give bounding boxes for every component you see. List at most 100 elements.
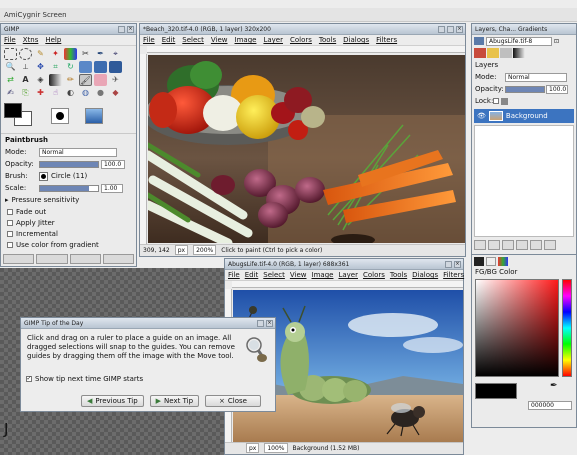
current-color-swatch[interactable] [475,383,517,399]
menu-view[interactable]: View [211,35,228,45]
fg-bg-color-swatch[interactable] [4,103,34,129]
paintbrush-tool-icon[interactable]: 🖌 [79,74,92,86]
rotate-tool-icon[interactable]: ↻ [64,61,77,73]
duplicate-layer-icon[interactable] [516,240,528,250]
bucket-fill-tool-icon[interactable]: ◈ [34,74,47,86]
zoom-select[interactable]: 200% [193,245,217,255]
horizontal-ruler[interactable] [147,46,465,53]
scale-value[interactable]: 1.00 [101,183,123,193]
menu-layer[interactable]: Layer [338,270,358,280]
minimize-icon[interactable] [257,320,264,327]
menu-image[interactable]: Image [235,35,257,45]
horizontal-ruler[interactable] [232,281,463,288]
close-icon[interactable]: × [127,26,134,33]
eyedropper-icon[interactable]: ✒ [550,381,558,391]
color-sv-square[interactable] [475,279,559,377]
opacity-slider[interactable] [39,160,99,168]
fuzzy-select-tool-icon[interactable]: ✦ [49,48,62,60]
image-selector[interactable]: AbugsLife.tif-8 [486,36,552,46]
auto-button[interactable]: ⊡ [554,38,559,45]
menu-layer[interactable]: Layer [263,35,283,45]
rect-select-tool-icon[interactable] [4,48,17,60]
visibility-eye-icon[interactable]: 👁 [477,112,486,120]
text-tool-icon[interactable]: A [19,74,32,86]
pencil-tool-icon[interactable]: ✏ [64,74,77,86]
menu-file[interactable]: File [143,35,155,45]
restore-options-icon[interactable] [36,254,68,264]
raise-layer-icon[interactable] [488,240,500,250]
beach-titlebar[interactable]: *Beach_320.tif-4.0 (RGB, 1 layer) 320x20… [140,24,465,35]
pressure-row[interactable]: ▸ Pressure sensitivity [1,194,136,206]
unit-select[interactable]: px [246,443,260,453]
heal-tool-icon[interactable]: ✚ [34,87,47,99]
menu-dialogs[interactable]: Dialogs [412,270,438,280]
eraser-tool-icon[interactable] [94,74,107,86]
show-tip-checkbox[interactable]: ✓ [26,375,32,382]
brush-preview-icon[interactable] [51,108,69,124]
menu-view[interactable]: View [290,270,307,280]
lower-layer-icon[interactable] [502,240,514,250]
option-incremental[interactable]: Incremental [1,228,136,239]
brush-dot-icon[interactable] [39,171,48,181]
layers-titlebar[interactable]: Layers, Cha... Gradients [472,24,576,35]
option-apply-jitter[interactable]: Apply Jitter [1,217,136,228]
menu-colors[interactable]: Colors [363,270,385,280]
hex-color-input[interactable]: 000000 [528,401,572,410]
checkbox-icon[interactable] [7,219,13,226]
menu-tools[interactable]: Tools [390,270,407,280]
previous-tip-button[interactable]: ◀ Previous Tip [81,395,144,407]
gimp-color-tab-icon[interactable] [474,257,484,266]
scale-tool-icon[interactable] [79,61,92,73]
paths-tab-icon[interactable] [500,48,512,58]
layer-opacity-slider[interactable] [505,85,545,93]
close-button[interactable]: × Close [205,395,262,407]
menu-colors[interactable]: Colors [290,35,312,45]
menu-dialogs[interactable]: Dialogs [343,35,369,45]
menu-select[interactable]: Select [182,35,204,45]
menu-file[interactable]: File [228,270,240,280]
hue-strip[interactable] [562,279,572,377]
free-select-tool-icon[interactable]: ✎ [34,48,47,60]
cmyk-color-tab-icon[interactable] [486,257,496,266]
menu-edit[interactable]: Edit [162,35,176,45]
menu-file[interactable]: File [4,35,16,45]
perspective-tool-icon[interactable] [109,61,122,73]
dodge-burn-tool-icon[interactable]: ◐ [64,87,77,99]
layers-tab-icon[interactable] [474,48,486,58]
move-tool-icon[interactable]: ✥ [34,61,47,73]
scissors-tool-icon[interactable]: ✂ [79,48,92,60]
channels-tab-icon[interactable] [487,48,499,58]
zoom-select[interactable]: 100% [264,443,288,453]
foreground-color-icon[interactable] [4,103,22,118]
color-select-tool-icon[interactable] [64,48,77,60]
vertical-ruler[interactable] [140,54,147,244]
checkbox-icon[interactable] [7,241,13,248]
bugs-titlebar[interactable]: AbugsLife.tif-4.0 (RGB, 1 layer) 688x361… [225,259,463,270]
menu-help[interactable]: Help [45,35,61,45]
minimize-icon[interactable] [118,26,125,33]
layer-opacity-value[interactable]: 100.0 [546,84,568,94]
clone-tool-icon[interactable]: ⎘ [19,87,32,99]
delete-options-icon[interactable] [69,254,101,264]
measure-tool-icon[interactable]: ⟂ [19,61,32,73]
close-icon[interactable]: × [456,26,463,33]
menu-filters[interactable]: Filters [443,270,464,280]
ink-tool-icon[interactable]: ✍ [4,87,17,99]
tip-titlebar[interactable]: GIMP Tip of the Day × [21,318,275,329]
layer-row-background[interactable]: 👁 Background [474,109,574,123]
maximize-icon[interactable] [447,26,454,33]
crop-tool-icon[interactable]: ⌗ [49,61,62,73]
shear-tool-icon[interactable] [94,61,107,73]
smudge-tool-icon[interactable]: ☝ [49,87,62,99]
menu-tools[interactable]: Tools [319,35,336,45]
opacity-value[interactable]: 100.0 [101,159,125,169]
next-tip-button[interactable]: ▶ Next Tip [149,395,200,407]
menu-filters[interactable]: Filters [376,35,397,45]
minimize-icon[interactable] [445,261,452,268]
blend-tool-icon[interactable] [49,74,62,86]
show-tip-toggle[interactable]: ✓ Show tip next time GIMP starts [21,373,143,384]
save-options-icon[interactable] [3,254,35,264]
checkbox-icon[interactable] [7,230,13,237]
reset-options-icon[interactable] [102,254,134,264]
colorize-tool-icon[interactable]: ◆ [109,87,122,99]
